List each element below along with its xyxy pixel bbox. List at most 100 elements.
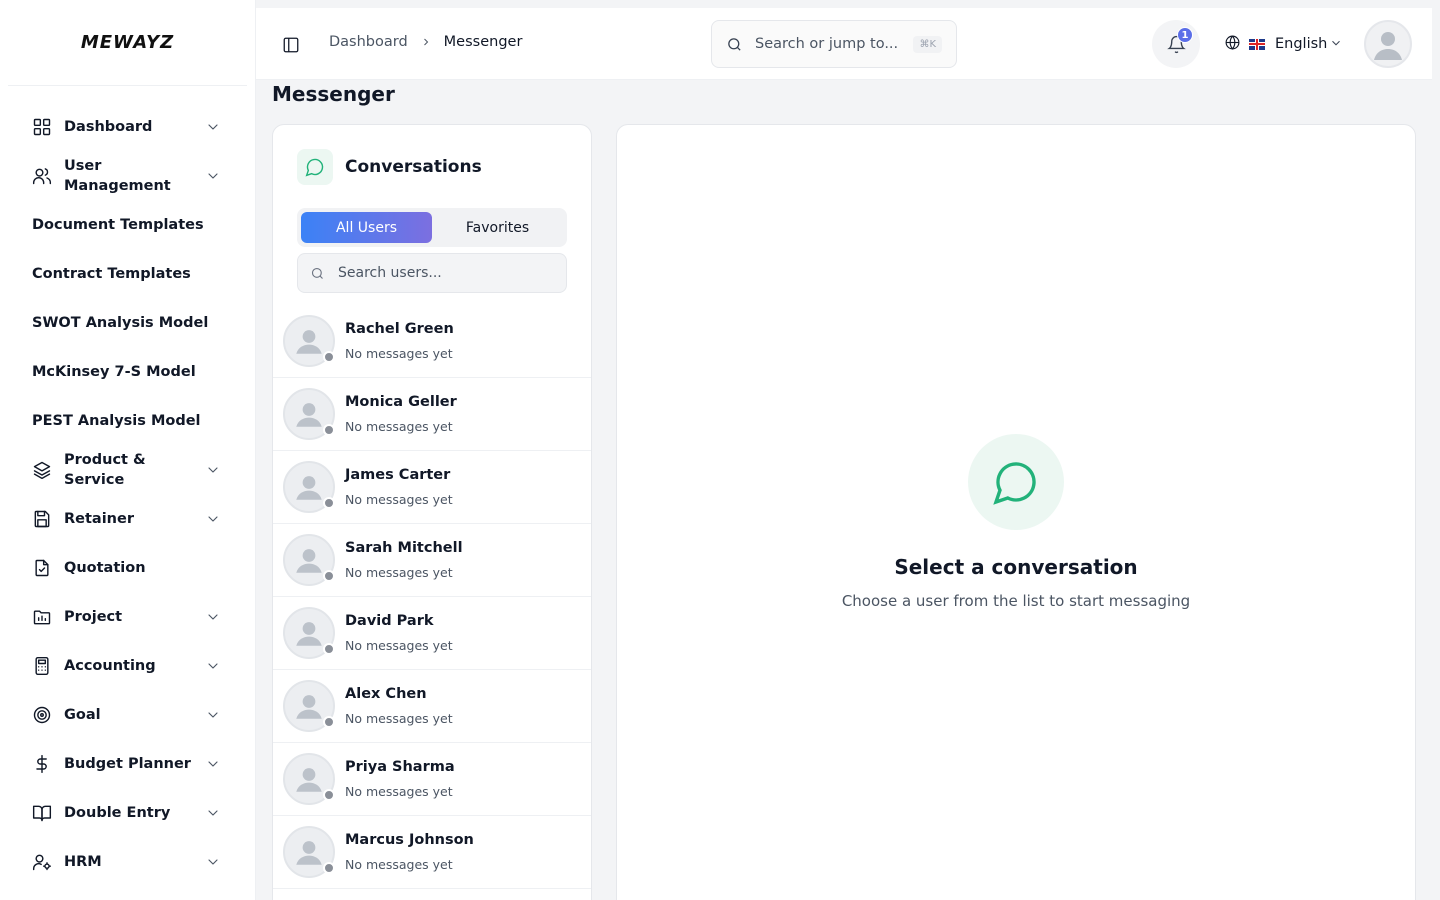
- search-shortcut: ⌘K: [913, 35, 942, 53]
- sidebar-item-label: Quotation: [64, 559, 146, 576]
- list-item[interactable]: David Park No messages yet: [273, 597, 591, 670]
- list-item[interactable]: James Carter No messages yet: [273, 451, 591, 524]
- sidebar-item-label: HRM: [64, 853, 102, 870]
- sidebar-item-project[interactable]: Project: [0, 592, 255, 641]
- folder-chart-icon: [32, 607, 52, 627]
- sidebar-item-goal[interactable]: Goal: [0, 690, 255, 739]
- chevron-down-icon: [205, 462, 221, 478]
- user-name: Alex Chen: [345, 686, 427, 702]
- dollar-icon: [32, 754, 52, 774]
- last-message: No messages yet: [345, 711, 453, 726]
- sidebar-item-label: Dashboard: [64, 118, 153, 135]
- user-search-input[interactable]: [338, 265, 538, 281]
- logo-text: MEWAYZ: [80, 32, 175, 53]
- status-dot: [323, 643, 335, 655]
- global-search[interactable]: Search or jump to... ⌘K: [711, 20, 957, 68]
- chat-bubble-icon: [968, 434, 1064, 530]
- sidebar-item-label: Document Templates: [32, 216, 204, 233]
- conversations-panel: Conversations All Users Favorites Rachel…: [272, 124, 592, 900]
- chevron-down-icon: [205, 511, 221, 527]
- user-name: Sarah Mitchell: [345, 540, 463, 556]
- sidebar-item-contract-templates[interactable]: Contract Templates: [0, 249, 255, 298]
- avatar: [283, 753, 335, 805]
- avatar: [283, 315, 335, 367]
- sidebar-item-hrm[interactable]: HRM: [0, 837, 255, 886]
- sidebar-item-retainer[interactable]: Retainer: [0, 494, 255, 543]
- sidebar-item-label: Budget Planner: [64, 755, 191, 772]
- sidebar-item-label: User Management: [64, 157, 171, 194]
- language-label: English: [1275, 36, 1328, 52]
- sidebar-item-quotation[interactable]: Quotation: [0, 543, 255, 592]
- book-icon: [32, 803, 52, 823]
- search-icon: [728, 37, 741, 51]
- status-dot: [323, 497, 335, 509]
- file-check-icon: [32, 558, 52, 578]
- chevron-down-icon: [205, 119, 221, 135]
- chevron-down-icon: [205, 707, 221, 723]
- sidebar-item-accounting[interactable]: Accounting: [0, 641, 255, 690]
- last-message: No messages yet: [345, 419, 453, 434]
- list-item[interactable]: Rachel Green No messages yet: [273, 305, 591, 378]
- user-name: James Carter: [345, 467, 451, 483]
- conversation-tabs: All Users Favorites: [297, 208, 567, 247]
- list-item[interactable]: Marcus Johnson No messages yet: [273, 816, 591, 889]
- sidebar-item-label: Accounting: [64, 657, 156, 674]
- status-dot: [323, 862, 335, 874]
- breadcrumb-dashboard[interactable]: Dashboard: [329, 34, 408, 50]
- sidebar-toggle-icon[interactable]: [282, 36, 300, 54]
- sidebar-item-label: McKinsey 7-S Model: [32, 363, 196, 380]
- sidebar-item-product-service[interactable]: Product & Service: [0, 445, 255, 494]
- tab-all-users[interactable]: All Users: [301, 212, 432, 243]
- top-header: Dashboard Messenger Search or jump to...…: [256, 8, 1432, 80]
- sidebar-item-document-templates[interactable]: Document Templates: [0, 200, 255, 249]
- avatar: [283, 388, 335, 440]
- list-item[interactable]: Alex Chen No messages yet: [273, 670, 591, 743]
- user-search: [297, 253, 567, 293]
- list-item[interactable]: Monica Geller No messages yet: [273, 378, 591, 451]
- user-name: Marcus Johnson: [345, 832, 474, 848]
- user-name: David Park: [345, 613, 434, 629]
- sidebar-item-label: Double Entry: [64, 804, 171, 821]
- avatar: [283, 826, 335, 878]
- chevron-down-icon: [205, 854, 221, 870]
- sidebar-item-swot-analysis-model[interactable]: SWOT Analysis Model: [0, 298, 255, 347]
- status-dot: [323, 789, 335, 801]
- sidebar-item-user-management[interactable]: User Management: [0, 151, 255, 200]
- chevron-down-icon: [205, 168, 221, 184]
- user-name: Monica Geller: [345, 394, 457, 410]
- user-name: Priya Sharma: [345, 759, 455, 775]
- tab-favorites[interactable]: Favorites: [432, 212, 563, 243]
- empty-state-subtitle: Choose a user from the list to start mes…: [841, 592, 1191, 610]
- notification-badge: 1: [1177, 27, 1193, 43]
- sidebar-item-dashboard[interactable]: Dashboard: [0, 102, 255, 151]
- page-title: Messenger: [272, 82, 395, 106]
- notifications-button[interactable]: 1: [1152, 20, 1200, 68]
- conversations-header: Conversations: [297, 149, 482, 185]
- status-dot: [323, 716, 335, 728]
- sidebar-item-double-entry[interactable]: Double Entry: [0, 788, 255, 837]
- brand-logo[interactable]: MEWAYZ: [8, 0, 247, 86]
- target-icon: [32, 705, 52, 725]
- chat-panel: Select a conversation Choose a user from…: [616, 124, 1416, 900]
- sidebar-item-pest-analysis-model[interactable]: PEST Analysis Model: [0, 396, 255, 445]
- users-icon: [32, 166, 52, 186]
- sidebar-item-label: Product & Service: [64, 451, 146, 488]
- chevron-down-icon: [205, 756, 221, 772]
- list-item[interactable]: Priya Sharma No messages yet: [273, 743, 591, 816]
- sidebar-nav: Dashboard User Management Document Templ…: [0, 86, 255, 886]
- last-message: No messages yet: [345, 784, 453, 799]
- last-message: No messages yet: [345, 346, 453, 361]
- conversations-title: Conversations: [345, 157, 482, 177]
- user-avatar[interactable]: [1364, 20, 1412, 68]
- sidebar-item-budget-planner[interactable]: Budget Planner: [0, 739, 255, 788]
- list-item[interactable]: Sarah Mitchell No messages yet: [273, 524, 591, 597]
- sidebar-item-label: PEST Analysis Model: [32, 412, 201, 429]
- sidebar-item-label: Goal: [64, 706, 101, 723]
- status-dot: [323, 424, 335, 436]
- sidebar-item-mckinsey-7s-model[interactable]: McKinsey 7-S Model: [0, 347, 255, 396]
- chevron-down-icon: [205, 658, 221, 674]
- sidebar-item-label: SWOT Analysis Model: [32, 314, 209, 331]
- last-message: No messages yet: [345, 857, 453, 872]
- status-dot: [323, 351, 335, 363]
- language-selector[interactable]: English: [1224, 32, 1343, 56]
